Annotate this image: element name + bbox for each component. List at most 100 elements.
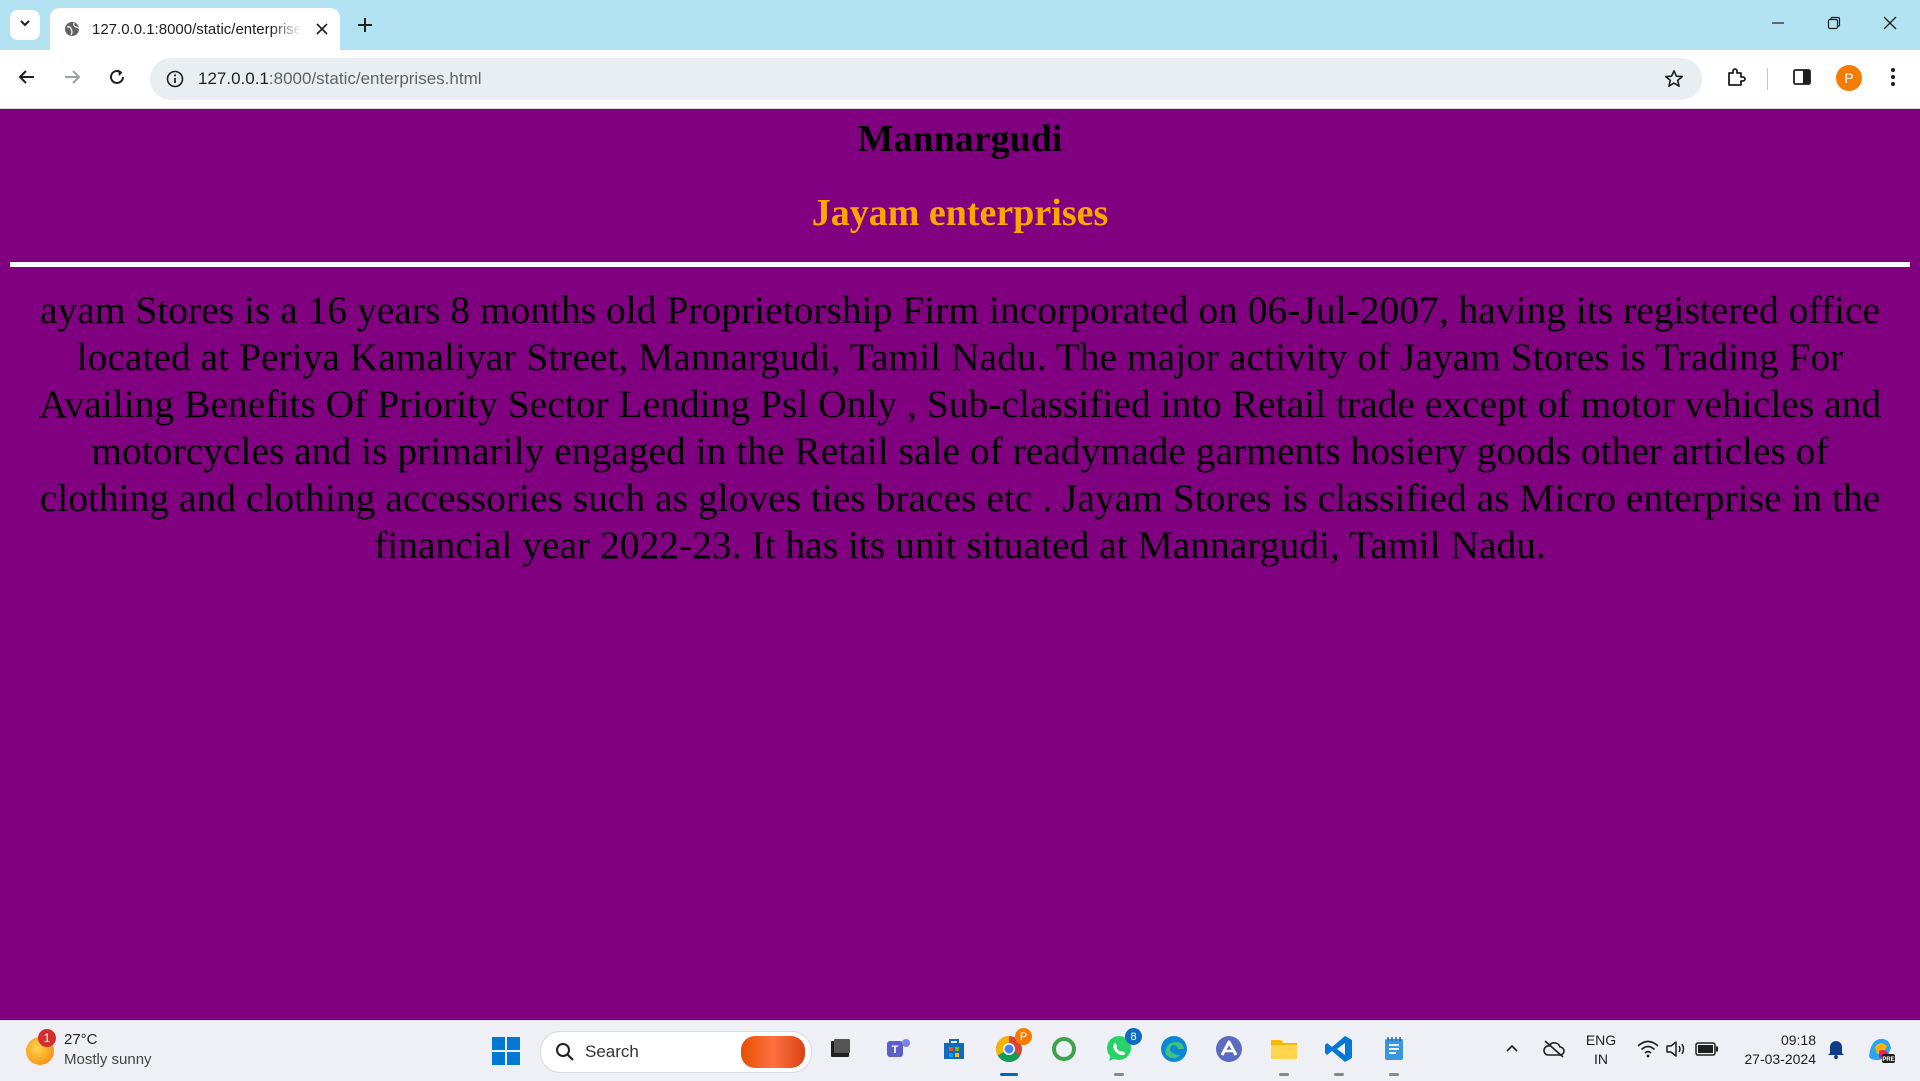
edge-icon: [1159, 1034, 1189, 1069]
store-app[interactable]: [937, 1034, 971, 1068]
url-text: 127.0.0.1:8000/static/enterprises.html: [198, 69, 482, 89]
arrow-left-icon: [18, 68, 36, 91]
menu-button[interactable]: [1877, 63, 1909, 95]
restore-button[interactable]: [1806, 0, 1862, 50]
forward-button[interactable]: [56, 63, 88, 95]
wifi-status[interactable]: [1636, 1039, 1660, 1063]
restore-icon: [1827, 16, 1841, 35]
back-button[interactable]: [11, 63, 43, 95]
extensions-button[interactable]: [1720, 63, 1752, 95]
side-panel-button[interactable]: [1786, 63, 1818, 95]
folder-icon: [1269, 1034, 1299, 1069]
wifi-icon: [1637, 1040, 1659, 1063]
copilot-button[interactable]: PRE: [1862, 1036, 1898, 1066]
url-host: 127.0.0.1: [198, 69, 269, 88]
weather-temp: 27°C: [64, 1031, 98, 1048]
tab-search-button[interactable]: [10, 10, 40, 40]
show-hidden-icons-button[interactable]: [1500, 1039, 1524, 1063]
language-code: ENG: [1585, 1032, 1617, 1048]
copilot-icon: PRE: [1865, 1034, 1895, 1069]
close-window-button[interactable]: [1862, 0, 1918, 50]
notifications-button[interactable]: [1824, 1039, 1848, 1063]
bell-icon: [1827, 1039, 1845, 1064]
svg-text:PRE: PRE: [1882, 1057, 1894, 1063]
horizontal-rule: [10, 262, 1910, 267]
arrow-right-icon: [63, 68, 81, 91]
cloud-off-icon: [1542, 1039, 1566, 1064]
weather-badge: 1: [38, 1029, 56, 1047]
search-icon: [555, 1042, 575, 1062]
teams-app[interactable]: T: [882, 1034, 916, 1068]
edge-app[interactable]: [1157, 1034, 1191, 1068]
city-heading: Mannargudi: [857, 118, 1063, 160]
minimize-button[interactable]: [1750, 0, 1806, 50]
chevron-down-icon: [18, 16, 32, 35]
chrome-app[interactable]: P: [992, 1028, 1032, 1076]
tab-title: 127.0.0.1:8000/static/enterprises.html: [92, 20, 302, 38]
file-explorer-app[interactable]: [1267, 1034, 1301, 1076]
volume-status[interactable]: [1664, 1039, 1688, 1063]
svg-text:T: T: [892, 1044, 899, 1056]
url-path: :8000/static/enterprises.html: [268, 69, 482, 88]
windows-icon: [490, 1037, 522, 1071]
clock-date: 27-03-2024: [1744, 1051, 1816, 1067]
ring-icon: [1050, 1035, 1078, 1068]
vscode-icon: [1324, 1034, 1354, 1069]
globe-icon: [62, 19, 82, 39]
plus-icon: [357, 17, 373, 38]
search-label: Search: [585, 1042, 639, 1061]
running-indicator: [1279, 1073, 1289, 1076]
company-heading: Jayam enterprises: [811, 192, 1109, 234]
side-panel-icon: [1792, 67, 1812, 92]
tab-strip: 127.0.0.1:8000/static/enterprises.html: [0, 0, 1920, 50]
active-tab[interactable]: 127.0.0.1:8000/static/enterprises.html: [50, 8, 340, 50]
taskbar-search[interactable]: Search: [540, 1031, 812, 1073]
toolbar-separator: [1767, 68, 1768, 90]
task-view-button[interactable]: [824, 1034, 858, 1068]
notepad-icon: [1380, 1035, 1408, 1068]
cortana-app[interactable]: [1047, 1034, 1081, 1068]
browser-toolbar: 127.0.0.1:8000/static/enterprises.html P: [0, 50, 1920, 109]
arc-app[interactable]: [1212, 1034, 1246, 1068]
puzzle-icon: [1726, 67, 1746, 92]
arc-icon: [1214, 1034, 1244, 1069]
teams-icon: T: [885, 1035, 913, 1068]
page-content: Mannargudi Jayam enterprises ayam Stores…: [0, 109, 1920, 1020]
clock-time: 09:18: [1780, 1032, 1816, 1048]
profile-avatar[interactable]: P: [1836, 65, 1862, 91]
taskbar: 1 27°C Mostly sunny Search T P 8 ENG IN …: [0, 1020, 1920, 1081]
star-icon[interactable]: [1662, 67, 1686, 91]
battery-status[interactable]: [1694, 1039, 1720, 1063]
store-icon: [940, 1035, 968, 1068]
clock[interactable]: 09:18 27-03-2024: [1730, 1031, 1816, 1069]
speaker-icon: [1665, 1040, 1687, 1063]
more-vert-icon: [1890, 67, 1896, 92]
chrome-profile-badge: P: [1015, 1028, 1032, 1045]
company-description: ayam Stores is a 16 years 8 months old P…: [38, 288, 1882, 567]
start-button[interactable]: [490, 1035, 522, 1067]
close-icon: [1883, 16, 1897, 35]
battery-icon: [1695, 1041, 1719, 1061]
active-indicator: [1000, 1073, 1018, 1076]
notepad-app[interactable]: [1377, 1034, 1411, 1076]
running-indicator: [1114, 1073, 1124, 1076]
reload-icon: [108, 68, 126, 91]
task-view-icon: [828, 1036, 854, 1067]
region-code: IN: [1594, 1051, 1608, 1067]
whatsapp-app[interactable]: 8: [1102, 1028, 1142, 1076]
running-indicator: [1389, 1073, 1399, 1076]
weather-desc: Mostly sunny: [64, 1051, 152, 1068]
reload-button[interactable]: [101, 63, 133, 95]
vscode-app[interactable]: [1322, 1034, 1356, 1076]
address-bar[interactable]: 127.0.0.1:8000/static/enterprises.html: [150, 58, 1702, 100]
chevron-up-icon: [1505, 1042, 1519, 1061]
search-highlight-image: [741, 1036, 805, 1068]
close-icon[interactable]: [310, 17, 334, 41]
onedrive-status[interactable]: [1540, 1039, 1568, 1063]
language-indicator[interactable]: ENG IN: [1584, 1031, 1618, 1069]
new-tab-button[interactable]: [350, 12, 380, 42]
site-info-icon[interactable]: [164, 68, 186, 90]
minimize-icon: [1771, 16, 1785, 35]
running-indicator: [1334, 1073, 1344, 1076]
whatsapp-badge: 8: [1125, 1028, 1142, 1045]
